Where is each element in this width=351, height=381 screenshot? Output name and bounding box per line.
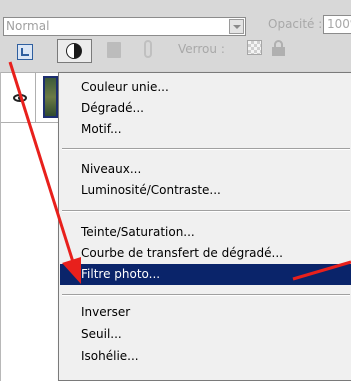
opacity-field[interactable]: 100% [323,15,351,34]
layer-row-top-border [1,72,58,73]
menu-item-courbe-transfert-degrade[interactable]: Courbe de transfert de dégradé... [60,243,351,264]
menu-item-degrade[interactable]: Dégradé... [60,98,351,119]
menu-item-niveaux[interactable]: Niveaux... [60,159,351,180]
menu-separator [62,294,350,296]
lock-label: Verrou : [178,42,225,56]
opacity-label: Opacité : [268,17,323,31]
menu-item-motif[interactable]: Motif... [60,119,351,140]
opacity-value: 100% [327,17,351,31]
adjustment-layer-menu: Couleur unie... Dégradé... Motif... Nive… [58,72,351,381]
trash-icon[interactable] [107,42,121,58]
blend-mode-value: Normal [6,19,50,33]
layer-thumbnail[interactable] [43,76,58,118]
menu-item-isohelie[interactable]: Isohélie... [60,346,351,367]
dropdown-arrow-icon[interactable] [229,19,244,34]
eye-cell-divider [35,72,36,122]
menu-item-inverser[interactable]: Inverser [60,302,351,323]
new-adjustment-layer-button[interactable] [57,39,92,63]
eye-icon[interactable] [13,94,27,102]
lock-icon[interactable] [272,40,285,56]
menu-item-luminosite-contraste[interactable]: Luminosité/Contraste... [60,180,351,201]
menu-separator [62,210,350,212]
layer-row-bottom-border [1,122,58,123]
layer-row[interactable] [1,72,58,122]
adjustment-layer-icon [66,43,82,59]
blend-mode-dropdown[interactable]: Normal [3,17,246,36]
menu-separator [62,148,350,150]
menu-item-teinte-saturation[interactable]: Teinte/Saturation... [60,222,351,243]
link-layers-icon[interactable] [17,44,33,60]
menu-item-seuil[interactable]: Seuil... [60,324,351,345]
pin-icon[interactable] [144,40,152,58]
layers-palette-toolbar: Normal Opacité : 100% Verrou : [0,0,351,72]
lock-transparency-icon[interactable] [247,40,262,55]
menu-item-couleur-unie[interactable]: Couleur unie... [60,77,351,98]
menu-item-filtre-photo[interactable]: Filtre photo... [60,264,351,285]
